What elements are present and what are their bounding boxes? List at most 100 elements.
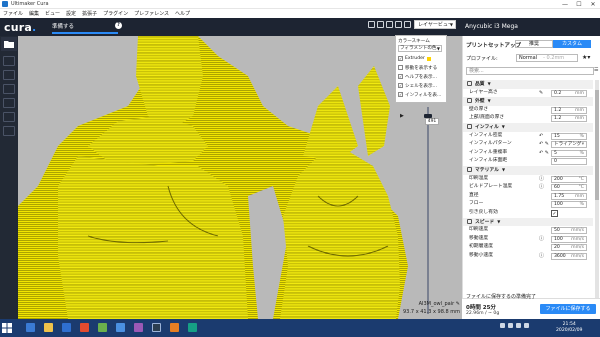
save-to-file-button[interactable]: ファイルに保存する xyxy=(540,304,596,314)
taskbar-edge-icon[interactable] xyxy=(26,323,35,332)
setting-row[interactable]: 移動速度 ⓘ 100 mm/s xyxy=(463,235,593,244)
setting-action-icon[interactable]: ↶ xyxy=(539,132,543,141)
taskbar-app5-icon[interactable] xyxy=(170,323,179,332)
taskbar-app-icon[interactable] xyxy=(80,323,89,332)
setting-row[interactable]: 移動小速度 ⓘ 3600 mm/s xyxy=(463,252,593,261)
setting-value-field[interactable]: 20 mm/s xyxy=(551,244,587,252)
settings-search-input[interactable]: 検索... xyxy=(466,67,594,75)
taskbar-explorer-icon[interactable] xyxy=(44,323,53,332)
mode-recommended-button[interactable]: 推奨 xyxy=(515,40,553,48)
view-left-icon[interactable] xyxy=(395,21,402,28)
mode-custom-button[interactable]: カスタム xyxy=(553,40,591,48)
settings-category[interactable]: マテリアル ▼ xyxy=(463,165,593,175)
setting-row[interactable]: 初期層速度 20 mm/s xyxy=(463,243,593,252)
setting-value-field[interactable]: 60 °C xyxy=(551,184,587,192)
tab-prepare[interactable]: 準備する xyxy=(52,20,118,34)
menu-extensions[interactable]: 拡張子 xyxy=(82,10,97,17)
support-blocker-icon[interactable] xyxy=(3,126,15,136)
setting-row[interactable]: インフィル床面距 0 xyxy=(463,157,593,166)
rotate-tool-icon[interactable] xyxy=(3,84,15,94)
menu-view[interactable]: ビュー xyxy=(45,10,60,17)
maximize-button[interactable]: ☐ xyxy=(572,0,586,9)
settings-category[interactable]: スピード ▼ xyxy=(463,217,593,227)
view-top-icon[interactable] xyxy=(386,21,393,28)
setting-row[interactable]: 上部/底面の厚さ 1.2 mm xyxy=(463,114,593,123)
setting-row[interactable]: インフィルパターン ↶ ✎ トライアング ▾ xyxy=(463,140,593,149)
taskbar-app3-icon[interactable] xyxy=(116,323,125,332)
per-model-settings-icon[interactable] xyxy=(3,112,15,122)
setting-value-field[interactable]: 1.2 mm xyxy=(551,115,587,123)
settings-scrollbar[interactable] xyxy=(595,80,599,310)
tray-ime-icon[interactable] xyxy=(524,323,529,328)
pencil-icon[interactable]: ✎ xyxy=(456,301,460,307)
show-infill-checkbox[interactable]: ✓ xyxy=(398,92,403,97)
setting-action-icon[interactable]: ✎ xyxy=(539,89,543,98)
profile-select[interactable]: Normal - 0.2mm xyxy=(516,54,578,62)
menu-file[interactable]: ファイル xyxy=(3,10,23,17)
option-extruder[interactable]: ✓ Extruder xyxy=(398,55,431,62)
windows-start-icon[interactable] xyxy=(2,323,12,333)
show-helpers-checkbox[interactable]: ✓ xyxy=(398,74,403,79)
view-3d-icon[interactable] xyxy=(368,21,375,28)
minimize-button[interactable]: — xyxy=(558,0,572,9)
menu-settings[interactable]: 設定 xyxy=(66,10,76,17)
menu-edit[interactable]: 編集 xyxy=(29,10,39,17)
taskbar-app2-icon[interactable] xyxy=(98,323,107,332)
setting-row[interactable]: 壁の厚さ 1.2 mm xyxy=(463,106,593,115)
setting-value-field[interactable]: 1.75 mm xyxy=(551,192,587,200)
option-show-shell[interactable]: ✓ シェルを表示... xyxy=(398,82,437,89)
star-icon[interactable]: ★▾ xyxy=(582,54,590,61)
setting-checkbox[interactable]: ✓ xyxy=(551,209,558,217)
tray-battery-icon[interactable] xyxy=(516,323,521,328)
setting-action-icon[interactable]: ⓘ xyxy=(539,175,544,184)
scale-tool-icon[interactable] xyxy=(3,70,15,80)
mirror-tool-icon[interactable] xyxy=(3,98,15,108)
scrollbar-thumb[interactable] xyxy=(595,90,599,200)
setting-value-field[interactable]: 0.2 mm xyxy=(551,89,587,97)
view-right-icon[interactable] xyxy=(404,21,411,28)
open-file-button[interactable] xyxy=(1,37,17,51)
setting-row[interactable]: 引き戻し有効 ✓ xyxy=(463,209,593,218)
setting-value-field[interactable]: 5% xyxy=(551,149,587,157)
setting-value-field[interactable]: 0 xyxy=(551,158,587,166)
settings-category[interactable]: 外壁 ▼ xyxy=(463,97,593,106)
settings-category[interactable]: インフィル ▼ xyxy=(463,122,593,132)
setting-row[interactable]: 印刷速度 50 mm/s xyxy=(463,226,593,235)
setting-row[interactable]: インフィル密度 ↶ 15% xyxy=(463,132,593,141)
setting-value-field[interactable]: 100% xyxy=(551,201,587,209)
menu-help[interactable]: ヘルプ xyxy=(175,10,190,17)
setting-row[interactable]: 直径 1.75 mm xyxy=(463,192,593,201)
menu-preferences[interactable]: プレファレンス xyxy=(134,10,169,17)
setting-action-icon[interactable]: ⓘ xyxy=(539,252,544,261)
tray-network-icon[interactable] xyxy=(500,323,505,328)
setting-row[interactable]: 印刷温度 ⓘ 200 °C xyxy=(463,175,593,184)
show-travel-checkbox[interactable] xyxy=(398,65,403,70)
taskbar-clock[interactable]: 21:54 2020/02/09 xyxy=(556,322,582,334)
settings-category[interactable]: 品質 ▼ xyxy=(463,80,593,89)
move-tool-icon[interactable] xyxy=(3,56,15,66)
taskbar-cura-icon[interactable] xyxy=(152,323,161,332)
setting-value-field[interactable]: 100 mm/s xyxy=(551,235,587,243)
option-show-helpers[interactable]: ✓ ヘルプを表示... xyxy=(398,73,437,80)
setting-value-field[interactable]: 50 mm/s xyxy=(551,227,587,235)
layer-slider-track[interactable] xyxy=(427,107,429,314)
view-front-icon[interactable] xyxy=(377,21,384,28)
extruder-checkbox[interactable]: ✓ xyxy=(398,56,403,61)
setting-row[interactable]: レイヤー高さ ✎ 0.2 mm xyxy=(463,89,593,98)
help-icon[interactable]: ? xyxy=(115,22,122,29)
printer-selector[interactable]: Anycubic i3 Mega xyxy=(462,18,600,36)
layer-number-field[interactable]: 491 xyxy=(425,118,439,125)
taskbar-mail-icon[interactable] xyxy=(62,323,71,332)
taskbar-app6-icon[interactable] xyxy=(188,323,197,332)
setting-row[interactable]: ビルドプレート温度 ⓘ 60 °C xyxy=(463,183,593,192)
play-icon[interactable]: ▶ xyxy=(400,113,404,119)
setting-action-icon[interactable]: ↶ ✎ xyxy=(539,140,549,149)
option-show-travel[interactable]: 移動を表示する xyxy=(398,64,437,71)
color-scheme-select[interactable]: フィラメントの色 ▼ xyxy=(398,45,442,52)
setting-value-field[interactable]: 1.2 mm xyxy=(551,106,587,114)
setting-value-field[interactable]: トライアング ▾ xyxy=(551,141,587,149)
setting-value-field[interactable]: 200 °C xyxy=(551,175,587,183)
setting-action-icon[interactable]: ↶ ✎ xyxy=(539,149,549,158)
tray-volume-icon[interactable] xyxy=(508,323,513,328)
menu-plugins[interactable]: プラグイン xyxy=(103,10,128,17)
